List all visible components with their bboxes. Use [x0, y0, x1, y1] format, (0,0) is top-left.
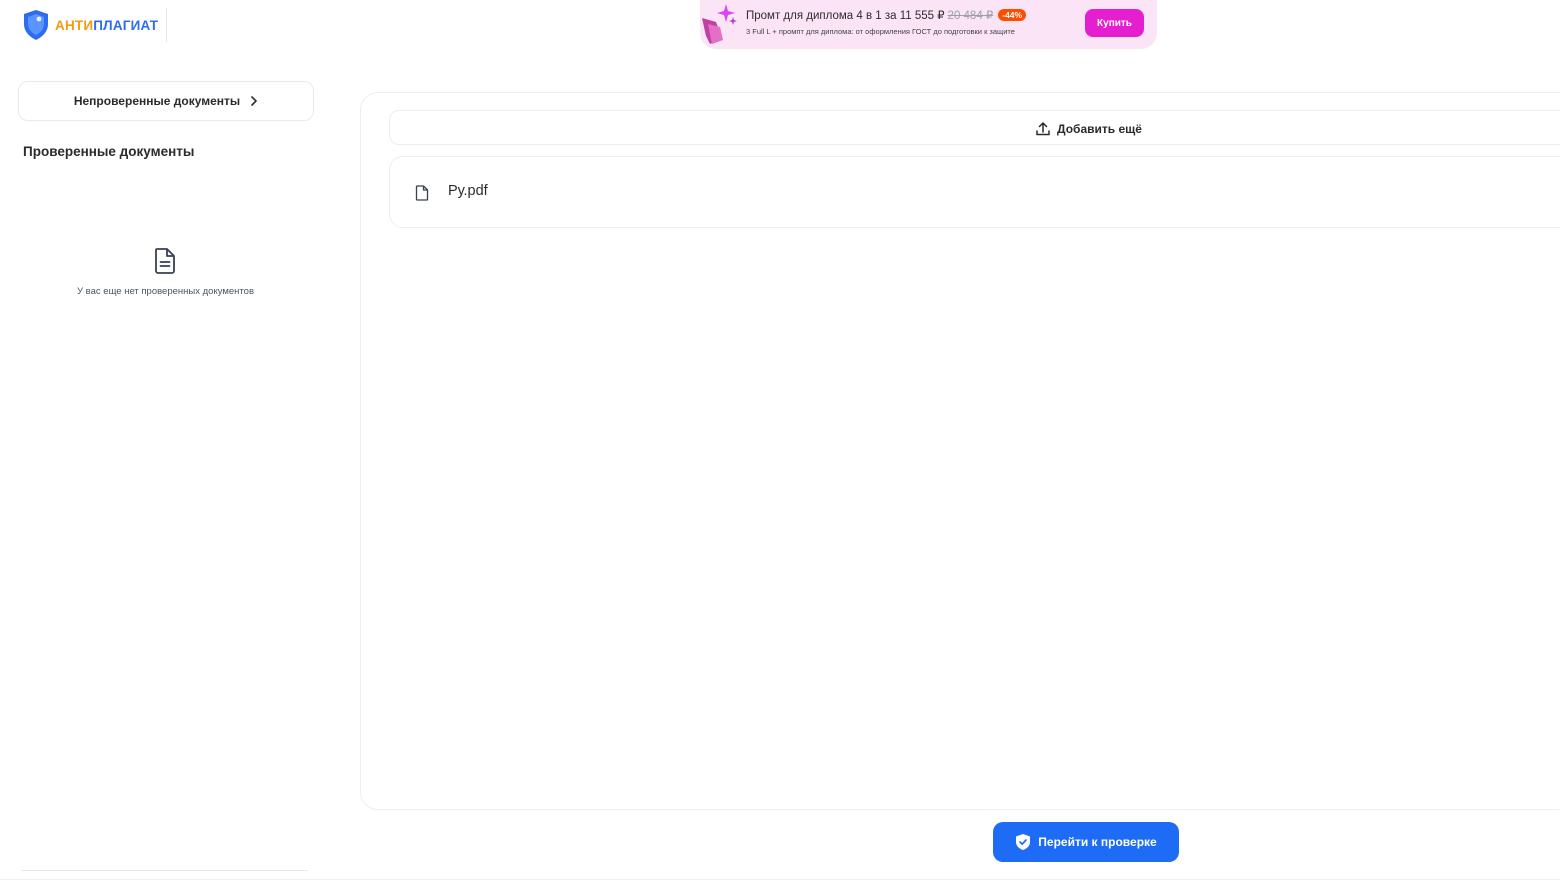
promo-old-price: 20 484 ₽	[947, 10, 994, 22]
verified-documents-title: Проверенные документы	[23, 144, 195, 159]
header-divider	[166, 8, 167, 42]
empty-state-text: У вас еще нет проверенных документов	[77, 286, 254, 297]
shield-check-icon	[1016, 834, 1031, 850]
buy-button[interactable]: Купить	[1085, 9, 1144, 37]
logo-text-part1: АНТИ	[55, 17, 94, 33]
promo-text: Промт для диплома 4 в 1 за 11 555 ₽ 20 4…	[746, 8, 1027, 36]
unverified-documents-label: Непроверенные документы	[73, 94, 241, 108]
chevron-right-icon	[251, 96, 257, 106]
logo[interactable]: АНТИПЛАГИАТ	[22, 8, 158, 42]
promo-banner[interactable]: Промт для диплома 4 в 1 за 11 555 ₽ 20 4…	[700, 0, 1157, 49]
sparkle-icon	[702, 4, 737, 44]
page-bottom-divider	[0, 879, 1560, 880]
logo-text: АНТИПЛАГИАТ	[55, 18, 158, 33]
file-name: Ру.pdf	[448, 183, 488, 199]
promo-subtitle: 3 Full L + промпт для диплома: от оформл…	[746, 27, 1015, 36]
file-icon	[415, 185, 429, 201]
promo-title-line: Промт для диплома 4 в 1 за 11 555 ₽ 20 4…	[746, 8, 1027, 22]
upload-icon	[1036, 122, 1050, 136]
go-to-check-button[interactable]: Перейти к проверке	[993, 822, 1179, 862]
shield-icon	[24, 10, 48, 40]
document-icon	[155, 248, 175, 274]
unverified-documents-button[interactable]: Непроверенные документы	[18, 81, 314, 121]
file-list-item[interactable]: Ру.pdf	[389, 156, 1560, 228]
add-more-content: Добавить ещё	[1035, 121, 1142, 137]
add-more-label: Добавить ещё	[1057, 122, 1142, 136]
logo-text-part2: ПЛАГИАТ	[93, 17, 159, 33]
discount-badge: -44%	[998, 9, 1027, 21]
promo-title: Промт для диплома 4 в 1 за 11 555 ₽	[746, 10, 945, 22]
add-more-button[interactable]: Добавить ещё	[389, 110, 1560, 145]
go-to-check-label: Перейти к проверке	[1038, 835, 1157, 849]
sidebar-divider	[22, 870, 308, 871]
